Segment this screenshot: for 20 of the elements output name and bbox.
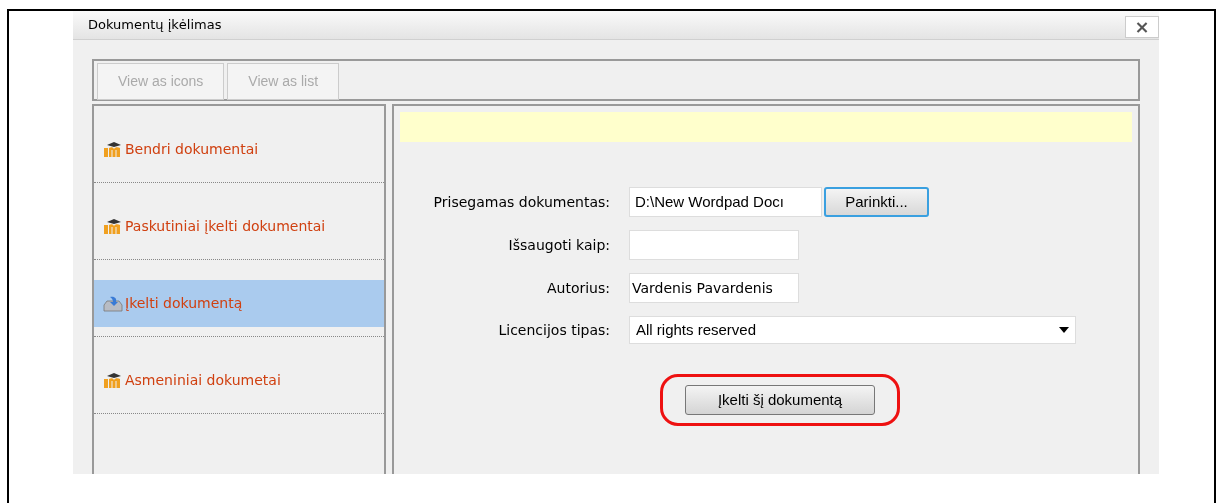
file-path-field[interactable]: D:\New Wordpad Docı xyxy=(629,187,822,217)
mortarboard-m-icon xyxy=(103,141,123,158)
field-label: Autorius: xyxy=(545,278,611,298)
field-label: Licencijos tipas: xyxy=(497,320,611,340)
input-field[interactable] xyxy=(629,230,799,260)
sidebar-item[interactable]: Bendri dokumentai xyxy=(94,126,384,173)
input-field[interactable]: Vardenis Pavardenis xyxy=(629,273,799,303)
caret-icon xyxy=(1059,327,1069,333)
mortarboard-m-icon xyxy=(103,218,123,235)
field-label: Prisegamas dokumentas: xyxy=(432,192,611,212)
dialog-title: Dokumentų įkėlimas xyxy=(88,16,222,35)
sidebar-item[interactable]: Paskutiniai įkelti dokumentai xyxy=(94,203,384,250)
tray-arrow-icon xyxy=(103,295,123,312)
mortarboard-m-icon xyxy=(103,372,123,389)
sidebar-item[interactable]: Asmeniniai dokumetai xyxy=(94,357,384,404)
field-label: Išsaugoti kaip: xyxy=(507,235,611,255)
upload-button[interactable]: Įkelti šį dokumentą xyxy=(685,385,875,415)
browse-button[interactable]: Parinkti... xyxy=(824,187,929,217)
license-dropdown[interactable]: All rights reserved xyxy=(629,316,1076,344)
close-button[interactable]: × xyxy=(1125,16,1159,38)
